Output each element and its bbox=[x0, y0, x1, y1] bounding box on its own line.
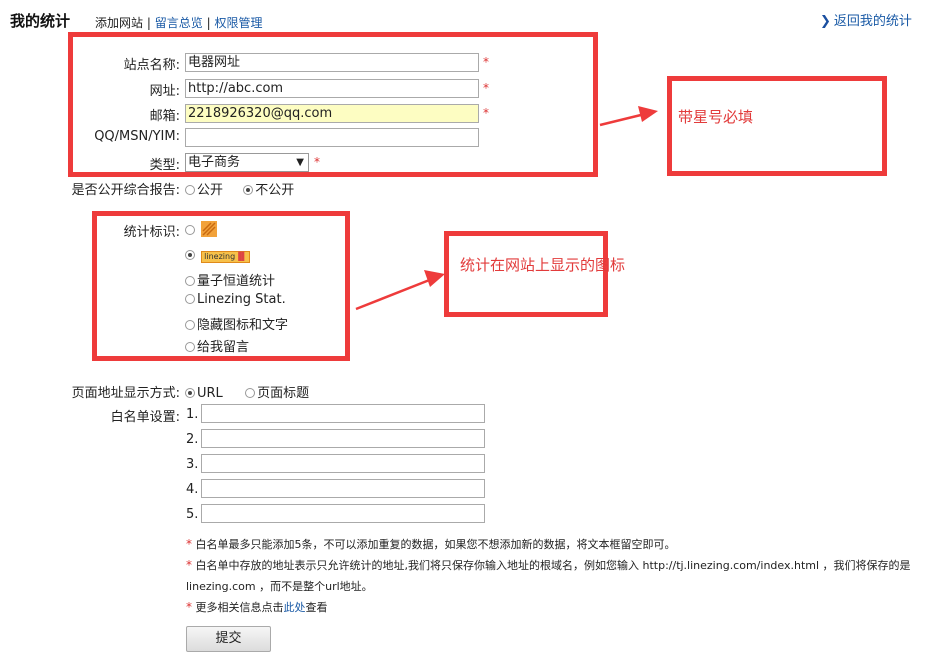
arrow-icon bbox=[599, 106, 658, 127]
arrow-icon bbox=[355, 270, 445, 311]
annotation-arrows bbox=[355, 106, 658, 311]
